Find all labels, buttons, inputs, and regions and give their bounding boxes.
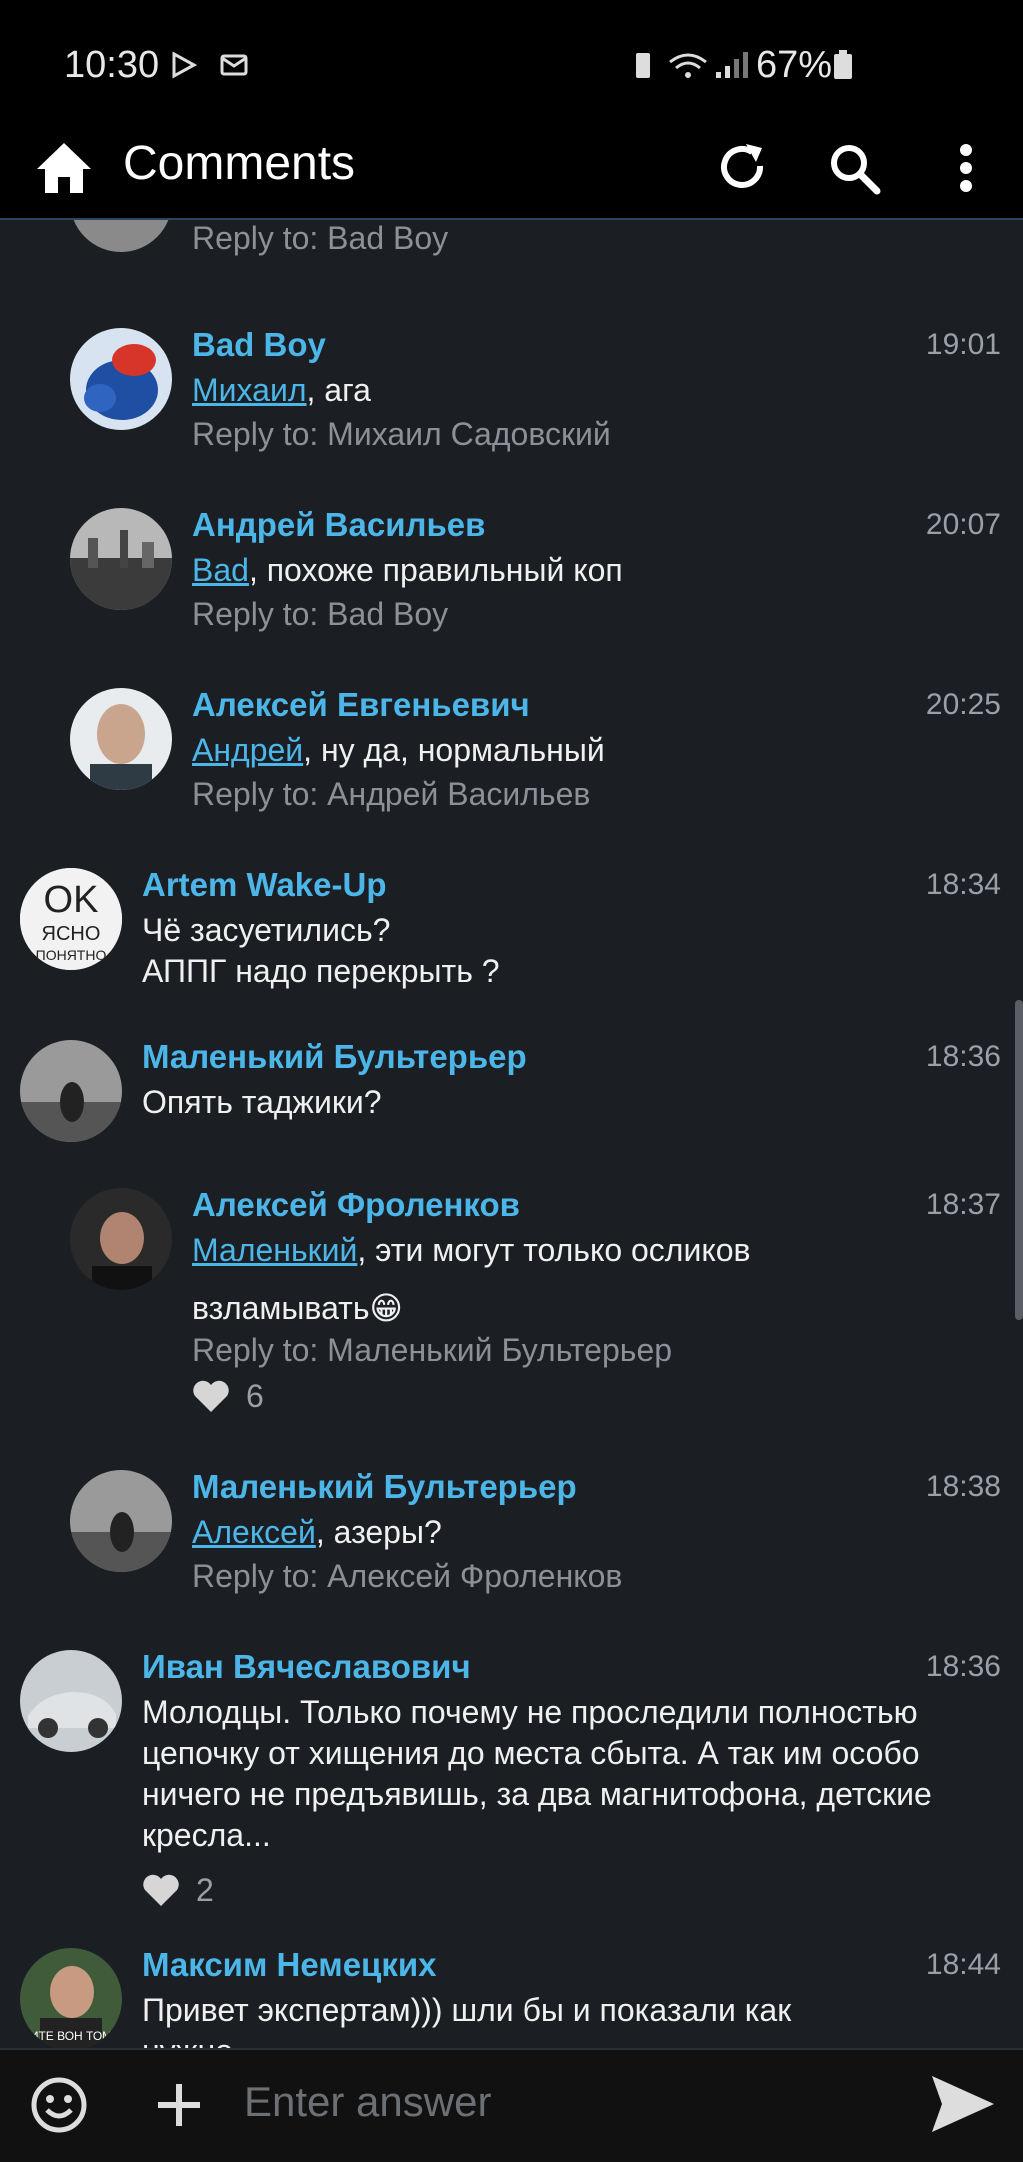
like-count: 6 [246,1378,264,1414]
avatar-image [70,1470,172,1572]
play-icon [172,51,198,79]
emoji-button[interactable] [30,2076,88,2139]
avatar[interactable] [70,508,172,610]
battery-saver-icon [636,53,650,78]
avatar[interactable] [70,1188,172,1290]
svg-text:ПОНЯТНО: ПОНЯТНО [36,947,107,963]
comment-text: Маленький, эти могут только осликов [192,1232,751,1268]
avatar[interactable] [70,688,172,790]
avatar-image [70,508,172,610]
comment-author[interactable]: Иван Вячеславович [142,1648,471,1686]
reply-to[interactable]: Reply to: Bad Boy [192,596,448,633]
comment-author[interactable]: Маленький Бультерьер [142,1038,527,1076]
refresh-icon [721,144,764,188]
avatar[interactable] [70,328,172,430]
page-title: Comments [123,137,356,190]
avatar-image [20,1650,122,1752]
svg-text:OK: OK [44,879,99,921]
reply-to[interactable]: Reply to: Bad Boy [192,220,448,257]
comment-text: Привет экспертам))) шли бы и показали ка… [142,1992,792,2048]
avatar[interactable] [20,1650,122,1752]
send-icon [932,2076,994,2132]
comment-time: 18:36 [925,1040,1001,1073]
avatar-image [70,1188,172,1290]
comment-text-line2: взламывать😁 [192,1290,403,1326]
answer-input[interactable]: Enter answer [244,2078,491,2126]
more-icon [960,144,972,192]
battery-icon [834,50,852,79]
reply-to[interactable]: Reply to: Михаил Садовский [192,416,611,453]
comment-time: 19:01 [925,328,1001,361]
send-button[interactable] [930,2074,996,2139]
avatar[interactable] [70,1470,172,1572]
home-button[interactable] [32,136,96,200]
avatar-image [70,688,172,790]
mail-muted-icon [220,54,248,76]
status-time: 10:30 [64,44,160,86]
comment-author[interactable]: Андрей Васильев [192,506,485,544]
reply-to[interactable]: Reply to: Маленький Бультерьер [192,1332,672,1369]
avatar[interactable] [70,220,172,252]
heart-icon [193,1380,229,1412]
comment-time: 20:25 [925,688,1001,721]
comment-author[interactable]: Маленький Бультерьер [192,1468,577,1506]
comment-time: 18:36 [925,1650,1001,1683]
like-button[interactable]: 6 [192,1378,264,1415]
comment-text: Алексей, азеры? [192,1514,442,1550]
status-bar: 10:30 67% [0,0,1023,132]
comment-text: Bad, похоже правильный коп [192,552,623,588]
comment-text: Михаил, ага [192,372,371,408]
avatar-image: ИТЕ ВОН ТОМ [20,1948,122,2048]
comment-time: 18:38 [925,1470,1001,1503]
svg-text:ЯСНО: ЯСНО [42,923,101,945]
comment-time: 18:34 [925,868,1001,901]
comments-feed[interactable]: Reply to: Bad Boy Bad Boy 19:01 Михаил, … [0,220,1023,2048]
attach-button[interactable] [154,2080,204,2135]
comment-time: 18:44 [925,1948,1001,1981]
home-icon [37,143,91,193]
avatar[interactable]: ИТЕ ВОН ТОМ [20,1948,122,2048]
signal-icon [716,52,748,78]
search-icon [831,145,881,195]
more-options-button[interactable] [934,136,998,200]
wifi-icon [669,53,707,78]
mention-link[interactable]: Андрей [192,732,303,768]
comment-author[interactable]: Artem Wake-Up [142,866,387,904]
avatar[interactable]: OK ЯСНО ПОНЯТНО [20,868,122,970]
mention-link[interactable]: Bad [192,552,249,588]
mention-link[interactable]: Маленький [192,1232,357,1268]
reply-to[interactable]: Reply to: Андрей Васильев [192,776,590,813]
mention-link[interactable]: Михаил [192,372,307,408]
app-bar: Comments [0,132,1023,220]
comment-text: Чё засуетились? АППГ надо перекрыть ? [142,912,500,989]
comment-text: Опять таджики? [142,1084,382,1120]
battery-level: 67% [756,44,833,86]
comment-text: Андрей, ну да, нормальный [192,732,605,768]
plus-icon [158,2084,200,2126]
refresh-button[interactable] [710,136,774,200]
emoji-icon [31,2077,87,2133]
search-button[interactable] [822,136,886,200]
comment-author[interactable]: Bad Boy [192,326,326,364]
like-count: 2 [196,1872,214,1908]
avatar-image [70,328,172,430]
comment-text: Молодцы. Только почему не проследили пол… [142,1694,932,1853]
avatar-image: OK ЯСНО ПОНЯТНО [20,868,122,970]
comment-author[interactable]: Алексей Фроленков [192,1186,520,1224]
comment-time: 20:07 [925,508,1001,541]
comment-author[interactable]: Алексей Евгеньевич [192,686,530,724]
input-bar: Enter answer [0,2048,1023,2162]
avatar-image [20,1040,122,1142]
like-button[interactable]: 2 [142,1872,214,1909]
comment-author[interactable]: Максим Немецких [142,1946,437,1984]
reply-to[interactable]: Reply to: Алексей Фроленков [192,1558,622,1595]
svg-text:ИТЕ ВОН ТОМ: ИТЕ ВОН ТОМ [30,2029,112,2043]
heart-icon [143,1874,179,1906]
scrollbar[interactable] [1015,1000,1023,1320]
mention-link[interactable]: Алексей [192,1514,316,1550]
avatar[interactable] [20,1040,122,1142]
comment-time: 18:37 [925,1188,1001,1221]
